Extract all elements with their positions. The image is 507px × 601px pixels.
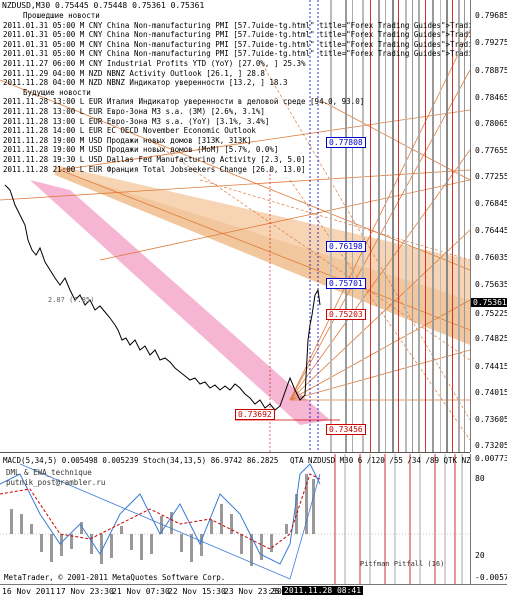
ohlc-label: 0.75445 0.75448 0.75361 0.75361 — [55, 1, 205, 10]
news-item: 2011.11.28 19:30 L USD Dallas Fed Manufa… — [3, 154, 306, 164]
news-item: 2011.11.28 21:00 L EUR Франция Total Job… — [3, 164, 306, 174]
time-tick: 21 Nov 07:30 — [112, 587, 170, 596]
chart-header: NZDUSD,M30 0.75445 0.75448 0.75361 0.753… — [2, 1, 204, 10]
indicator-axis[interactable]: 0.007735 80 20 -0.00571 — [470, 454, 507, 584]
indicator-tick: -0.00571 — [475, 573, 507, 582]
note-line: putnik_post@rambler.ru — [6, 478, 106, 487]
past-news-title: Прошедшие новости — [23, 11, 100, 20]
symbol-label: NZDUSD,M30 — [2, 1, 51, 10]
news-item: 2011.01.31 05:00 M CNY China Non-manufac… — [3, 30, 470, 40]
price-tick: 0.78465 — [475, 93, 507, 102]
price-tick: 0.73605 — [475, 415, 507, 424]
price-tick: 0.79685 — [475, 11, 507, 20]
price-tick: 0.77255 — [475, 172, 507, 181]
price-tick: 0.76845 — [475, 199, 507, 208]
news-item: 2011.11.28 04:00 M NZD NBNZ Индикатор ув… — [3, 78, 288, 88]
time-axis[interactable]: 16 Nov 2011 17 Nov 23:30 21 Nov 07:30 22… — [0, 584, 507, 601]
copyright-label: MetaTrader, © 2001-2011 MetaQuotes Softw… — [4, 573, 226, 582]
chart-window[interactable]: NZDUSD,M30 0.75445 0.75448 0.75361 0.753… — [0, 0, 507, 601]
price-tick: 0.74015 — [475, 388, 507, 397]
indicator-tick: 20 — [475, 551, 485, 560]
current-time-tag: 2011.11.28 08:41 — [282, 586, 364, 595]
indicator-notes: DML & EWA_technique putnik_post@rambler.… — [6, 468, 105, 488]
indicator-header: MACD(5,34,5) 0.005498 0.005239 Stoch(34,… — [3, 456, 279, 465]
future-news-title: Будущие новости — [23, 87, 91, 97]
news-item: 2011.11.28 19:00 M USD Продажи новых дом… — [3, 135, 252, 145]
price-tag-red[interactable]: 0.73692 — [235, 409, 275, 420]
price-tag-red[interactable]: 0.73456 — [326, 424, 366, 435]
price-tick: 0.75635 — [475, 280, 507, 289]
price-tick: 0.74415 — [475, 362, 507, 371]
time-tick: 22 Nov 15:30 — [168, 587, 226, 596]
news-item: 2011.11.28 13:00 L EUR Евро-Зона M3 s.a.… — [3, 106, 265, 116]
news-item: 2011.11.28 13:00 L EUR Евро-Зона M3 s.a.… — [3, 116, 270, 126]
time-tick: 25 — [270, 587, 280, 596]
news-item: 2011.01.31 05:00 M CNY China Non-manufac… — [3, 39, 470, 49]
level-annotation: 2.87 (7.85) — [48, 296, 95, 304]
price-tick: 0.76445 — [475, 226, 507, 235]
indicator-tick: 0.007735 — [475, 454, 507, 463]
current-price-tag: 0.75361 — [471, 298, 507, 307]
price-axis[interactable]: 0.79685 0.79275 0.78875 0.78465 0.78065 … — [470, 0, 507, 452]
price-tick: 0.78875 — [475, 66, 507, 75]
news-item: 2011.11.28 19:00 M USD Продажи новых дом… — [3, 145, 279, 155]
price-tick: 0.79275 — [475, 38, 507, 47]
price-tag-blue[interactable]: 0.76198 — [326, 241, 366, 252]
price-tag-red[interactable]: 0.75203 — [326, 309, 366, 320]
price-tick: 0.76035 — [475, 253, 507, 262]
price-tick: 0.78065 — [475, 119, 507, 128]
news-item: 2011.01.31 05:00 M CNY China Non-manufac… — [3, 20, 470, 30]
news-item: 2011.01.31 05:00 M CNY China Non-manufac… — [3, 49, 470, 59]
pitfall-label: Pitfman Pitfall (16) — [360, 560, 445, 568]
note-line: DML & EWA_technique — [6, 468, 92, 477]
price-tag-blue[interactable]: 0.77808 — [326, 137, 366, 148]
news-panel: Прошедшие новости 2011.01.31 05:00 M CNY… — [3, 11, 470, 174]
price-tick: 0.73205 — [475, 441, 507, 450]
indicator-tick: 80 — [475, 474, 485, 483]
news-item: 2011.11.27 06:00 M CNY Industrial Profit… — [3, 58, 306, 68]
news-item: 2011.11.28 13:00 L EUR Италия Индикатор … — [3, 97, 365, 107]
news-item: 2011.11.28 14:00 L EUR EC OECD November … — [3, 126, 256, 136]
price-tick: 0.77655 — [475, 146, 507, 155]
news-item: 2011.11.29 04:00 M NZD NBNZ Activity Out… — [3, 68, 265, 78]
main-chart-area[interactable]: NZDUSD,M30 0.75445 0.75448 0.75361 0.753… — [0, 0, 470, 453]
price-tag-blue[interactable]: 0.75701 — [326, 278, 366, 289]
price-tick: 0.74825 — [475, 334, 507, 343]
price-tick: 0.75225 — [475, 309, 507, 318]
time-tick: 17 Nov 23:30 — [56, 587, 114, 596]
time-tick: 16 Nov 2011 — [2, 587, 55, 596]
